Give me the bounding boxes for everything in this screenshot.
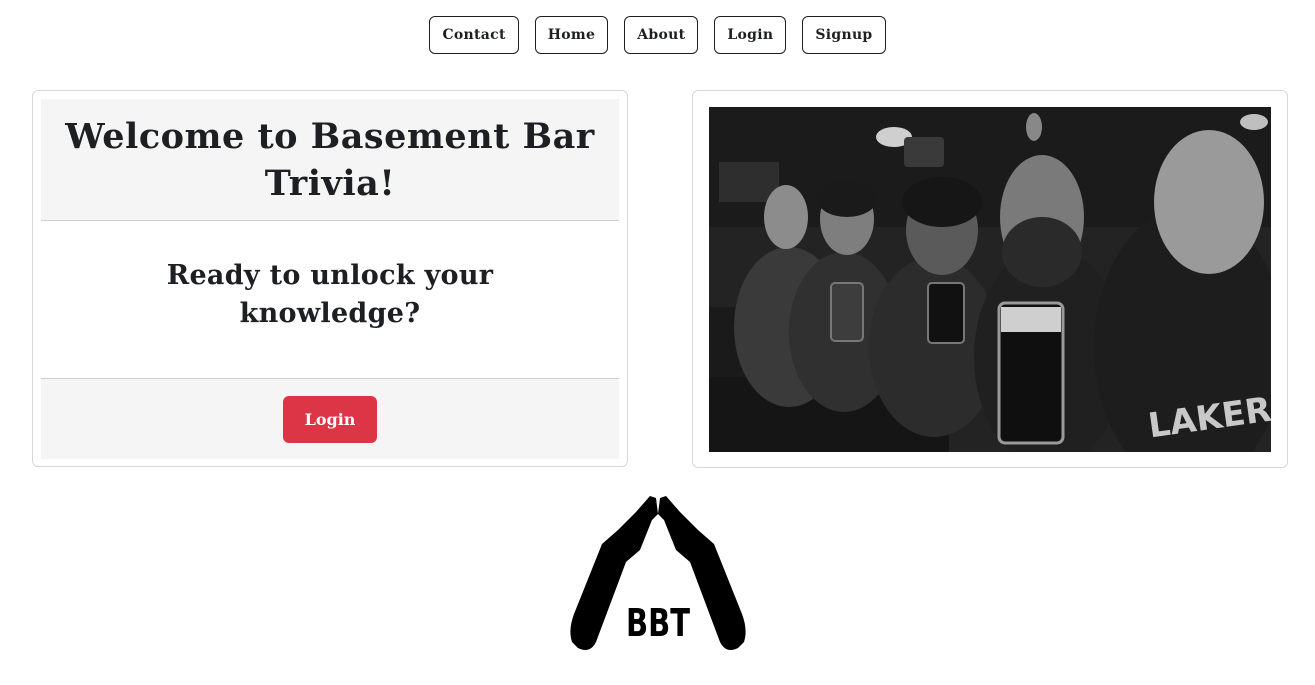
top-nav: Contact Home About Login Signup [0,16,1315,54]
nav-login-button[interactable]: Login [714,16,787,54]
nav-home-button[interactable]: Home [534,16,609,54]
nav-contact-button[interactable]: Contact [429,16,519,54]
welcome-card: Welcome to Basement Bar Trivia! Ready to… [32,90,628,467]
welcome-card-footer: Login [41,379,619,459]
welcome-card-header: Welcome to Basement Bar Trivia! [41,99,619,221]
group-photo: LAKERS [709,107,1271,452]
welcome-subtitle: Ready to unlock your knowledge? [166,260,494,329]
nav-signup-button[interactable]: Signup [802,16,886,54]
login-button[interactable]: Login [283,395,377,443]
nav-about-button[interactable]: About [624,16,699,54]
bbt-logo: BBT [570,496,746,650]
photo-card: LAKERS [692,90,1288,468]
logo-text: BBT [626,601,690,645]
welcome-title: Welcome to Basement Bar Trivia! [65,115,595,204]
welcome-card-body: Ready to unlock your knowledge? [41,221,619,379]
